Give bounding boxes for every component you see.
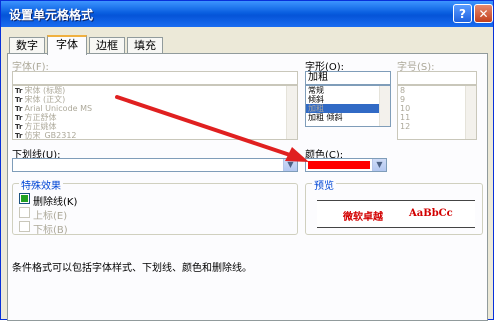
tab-font[interactable]: 字体 — [47, 35, 87, 55]
format-cells-dialog: 设置单元格格式 ? ✕ 数字 字体 边框 填充 字体(F): Tr 宋体 (标题)… — [0, 0, 494, 321]
